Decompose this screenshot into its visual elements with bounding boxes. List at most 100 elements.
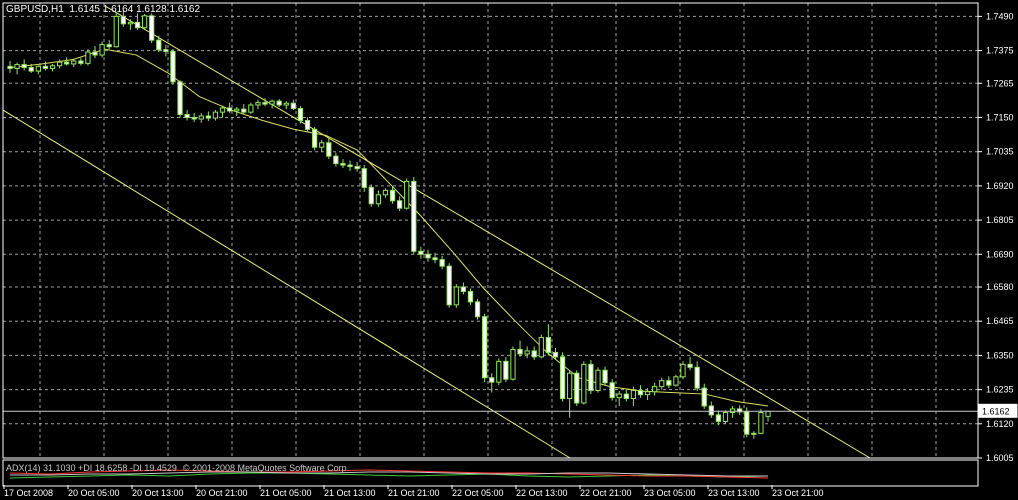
candle-body	[389, 189, 396, 202]
candle-body	[354, 166, 360, 170]
candle	[425, 249, 431, 262]
current-price-text: 1.6162	[982, 406, 1010, 416]
candle-body	[496, 360, 502, 383]
candle-body	[531, 350, 537, 358]
candle	[106, 40, 112, 50]
y-tick-label: 1.6580	[986, 282, 1014, 292]
candle	[559, 352, 566, 402]
candle-body	[652, 386, 658, 393]
candle-body	[85, 51, 91, 64]
candle-body	[198, 115, 204, 120]
candle-body	[446, 265, 452, 306]
candle	[538, 334, 544, 359]
x-tick-label: 20 Oct 13:00	[132, 488, 184, 498]
candle	[581, 361, 587, 405]
x-tick-label: 20 Oct 05:00	[68, 488, 120, 498]
x-tick-label: 22 Oct 21:00	[580, 488, 632, 498]
candle-body	[311, 128, 318, 148]
candle	[637, 385, 644, 398]
current-price-line: 1.6162	[3, 403, 1018, 418]
candle	[269, 99, 275, 109]
candle-body	[141, 15, 148, 29]
candle	[177, 80, 183, 118]
candle	[99, 41, 105, 58]
candle-body	[418, 250, 424, 255]
candle-body	[106, 44, 112, 48]
chart-canvas: 1.6162 17 Oct 2008 20 Oct 05:00 20 Oct 13:…	[2, 2, 1018, 498]
candle	[659, 377, 665, 390]
y-tick-label: 1.6690	[986, 249, 1014, 259]
candle	[616, 391, 622, 406]
candle-body	[120, 15, 126, 25]
candle	[198, 113, 204, 123]
candle	[722, 410, 729, 424]
y-tick-label: 1.7375	[986, 46, 1014, 56]
candle-body	[588, 363, 594, 391]
candle-body	[191, 116, 197, 120]
candle-body	[524, 350, 530, 355]
x-tick-label: 23 Oct 05:00	[644, 488, 696, 498]
channel-lines	[2, 5, 871, 459]
candles	[7, 10, 771, 439]
candle	[248, 102, 254, 114]
candle	[496, 358, 502, 386]
candle	[290, 99, 296, 111]
y-tick-label: 1.6235	[986, 385, 1014, 395]
candle	[673, 374, 679, 387]
candle	[744, 407, 750, 438]
candle	[687, 356, 693, 371]
candle-body	[347, 164, 353, 168]
candle-body	[375, 194, 381, 205]
x-tick-label: 17 Oct 2008	[4, 488, 53, 498]
candle	[92, 46, 98, 59]
candle	[545, 324, 552, 356]
candle	[14, 62, 20, 75]
candle	[163, 44, 169, 57]
moving-average-path	[9, 48, 769, 407]
candle-body	[503, 360, 509, 380]
candle	[418, 246, 424, 259]
candle-body	[666, 380, 672, 386]
candle	[765, 410, 771, 422]
candle-body	[751, 432, 757, 435]
candle	[127, 19, 134, 30]
candle	[609, 379, 615, 401]
candle	[694, 361, 700, 392]
candle-body	[397, 200, 403, 209]
channel-lower-line	[2, 109, 571, 459]
candle-body	[510, 348, 516, 380]
channel-upper-line	[104, 5, 871, 459]
candle	[680, 361, 686, 380]
candle	[758, 408, 764, 435]
x-tick-label: 23 Oct 13:00	[708, 488, 760, 498]
x-tick-label: 20 Oct 21:00	[196, 488, 248, 498]
candle	[64, 57, 70, 66]
candle	[737, 405, 743, 415]
y-tick-label: 1.6805	[986, 215, 1014, 225]
chart-header: GBPUSD,H1 1.6145 1.6164 1.6128 1.6162	[6, 4, 200, 15]
candle	[666, 376, 672, 389]
candle-body	[92, 51, 98, 56]
candle-body	[765, 410, 771, 417]
candle-body	[545, 337, 552, 353]
candle-body	[64, 61, 70, 65]
candle	[212, 110, 219, 121]
candle-body	[616, 393, 622, 399]
candle-body	[680, 363, 686, 378]
candle-body	[361, 168, 367, 188]
candle	[283, 101, 289, 110]
candle	[510, 346, 516, 381]
candle-body	[758, 412, 764, 434]
candle	[184, 110, 190, 121]
candle-body	[432, 257, 438, 261]
candle-body	[333, 155, 339, 165]
candle-body	[623, 393, 629, 400]
candle-body	[340, 163, 346, 166]
symbol-label: GBPUSD,H1	[6, 4, 64, 15]
candle	[241, 104, 247, 115]
candle	[517, 340, 523, 357]
candle-body	[127, 21, 134, 25]
candle-body	[156, 39, 162, 51]
candle-body	[290, 102, 296, 110]
candle-body	[21, 64, 27, 69]
